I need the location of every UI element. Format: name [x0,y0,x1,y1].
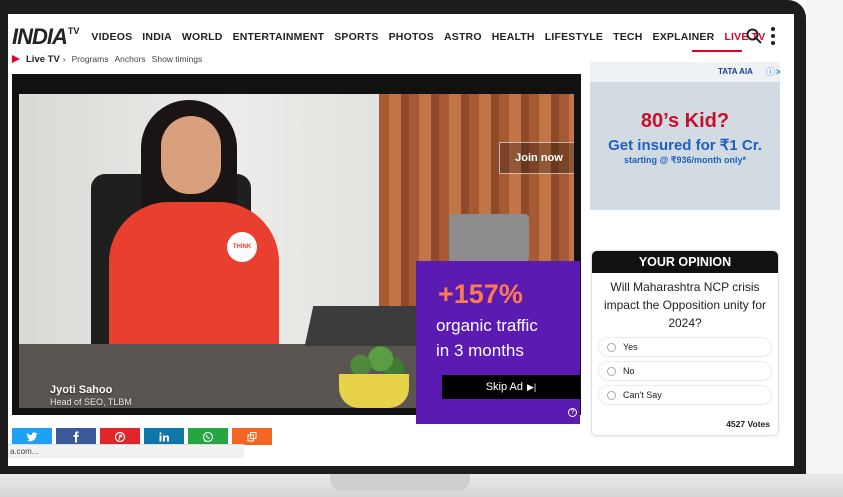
link-anchors[interactable]: Anchors [114,54,145,64]
skip-next-icon: ▶| [527,381,537,392]
nav-item-health[interactable]: HEALTH [492,31,535,43]
logo-text: INDIA [12,24,68,49]
laptop-notch [330,474,470,491]
live-tv-title[interactable]: Live TV [26,54,60,65]
poll-option-yes[interactable]: Yes [598,337,772,357]
background-right [806,0,843,497]
poll-option-label: Yes [623,342,638,352]
whatsapp-icon [202,431,214,442]
nav-item-sports[interactable]: SPORTS [334,31,378,43]
ad-overlay-line1: organic traffic [436,316,538,335]
skip-ad-label: Skip Ad [485,381,524,393]
insurance-ad-banner[interactable]: TATA AIA ⓘ✕ 80’s Kid? Get insured for ₹1… [590,62,780,222]
nav-item-lifestyle[interactable]: LIFESTYLE [545,31,603,43]
nav-item-tech[interactable]: TECH [613,31,642,43]
ad-overlay-stat: +157% [438,279,523,309]
nav-item-world[interactable]: WORLD [182,31,223,43]
ad-disclaimer-strip [590,210,780,222]
browser-status-bar: a.com... [8,444,244,458]
linkedin-icon [159,431,169,441]
nav-item-videos[interactable]: VIDEOS [91,31,132,43]
link-show-timings[interactable]: Show timings [152,54,203,64]
search-icon[interactable] [746,28,762,44]
poll-option-label: Can't Say [623,390,662,400]
video-monitor [449,214,529,262]
nav-item-astro[interactable]: ASTRO [444,31,482,43]
nav-item-india[interactable]: INDIA [142,31,172,43]
live-tv-underline [692,50,742,52]
ad-overlay-line2: in 3 months [436,341,524,360]
site-logo[interactable]: INDIA TV [12,24,79,50]
top-navigation: INDIA TV VIDEOS INDIA WORLD ENTERTAINMEN… [8,22,794,52]
ad-price-line: starting @ ₹936/month only* [623,155,747,165]
video-plant-pot [339,374,409,408]
nav-item-entertainment[interactable]: ENTERTAINMENT [233,31,325,43]
facebook-icon [73,431,79,442]
radio-icon[interactable] [607,366,616,376]
twitter-share-button[interactable] [12,428,52,445]
nav-item-explainer[interactable]: EXPLAINER [653,31,715,43]
twitter-icon [26,431,38,441]
linkedin-share-button[interactable] [144,428,184,445]
shirt-badge-logo: THINK LITTLE BIG [227,232,257,310]
radio-icon[interactable] [607,390,616,400]
ad-top-bar: TATA AIA ⓘ✕ [590,62,780,82]
copy-link-button[interactable] [232,428,272,445]
join-now-button[interactable]: Join now [499,142,574,174]
live-arrow-icon [12,55,20,63]
opinion-poll: YOUR OPINION Will Maharashtra NCP crisis… [591,250,779,436]
speaker-role: Head of SEO, TLBM [50,397,132,407]
whatsapp-share-button[interactable] [188,428,228,445]
ad-brand-name: TATA AIA [718,67,753,76]
pinterest-icon [114,431,126,442]
strip-separator-icon: › [62,54,66,64]
copy-icon [247,431,257,441]
poll-vote-count: 4527 Votes [726,419,770,429]
presenter-face [161,116,221,194]
poll-option-label: No [623,366,635,376]
presenter-shirt [109,202,279,352]
more-menu-icon[interactable] [770,27,776,45]
nav-menu: VIDEOS INDIA WORLD ENTERTAINMENT SPORTS … [91,31,775,43]
poll-option-no[interactable]: No [598,361,772,381]
logo-tv-text: TV [67,26,80,36]
ad-close-icon[interactable]: ⓘ✕ [766,65,780,78]
ad-headline: 80’s Kid? [640,110,730,132]
pinterest-share-button[interactable] [100,428,140,445]
skip-ad-button[interactable]: Skip Ad ▶| [442,375,580,399]
poll-heading: YOUR OPINION [592,251,778,273]
nav-item-photos[interactable]: PHOTOS [389,31,434,43]
ad-subheadline: Get insured for ₹1 Cr. [608,137,762,154]
share-bar [12,428,276,445]
browser-screen: INDIA TV VIDEOS INDIA WORLD ENTERTAINMEN… [8,14,794,466]
live-tv-breadcrumb: Live TV › Programs Anchors Show timings [12,53,208,65]
poll-option-cant-say[interactable]: Can't Say [598,385,772,405]
radio-icon[interactable] [607,342,616,352]
video-player[interactable]: THINK LITTLE BIG Jyoti Sahoo Head of SEO… [12,74,581,424]
speaker-name: Jyoti Sahoo [50,384,113,396]
link-programs[interactable]: Programs [72,54,109,64]
info-icon[interactable]: ? [568,408,577,417]
poll-question: Will Maharashtra NCP crisis impact the O… [603,280,767,330]
facebook-share-button[interactable] [56,428,96,445]
ad-overlay[interactable]: +157% organic traffic in 3 months Skip A… [416,261,580,424]
